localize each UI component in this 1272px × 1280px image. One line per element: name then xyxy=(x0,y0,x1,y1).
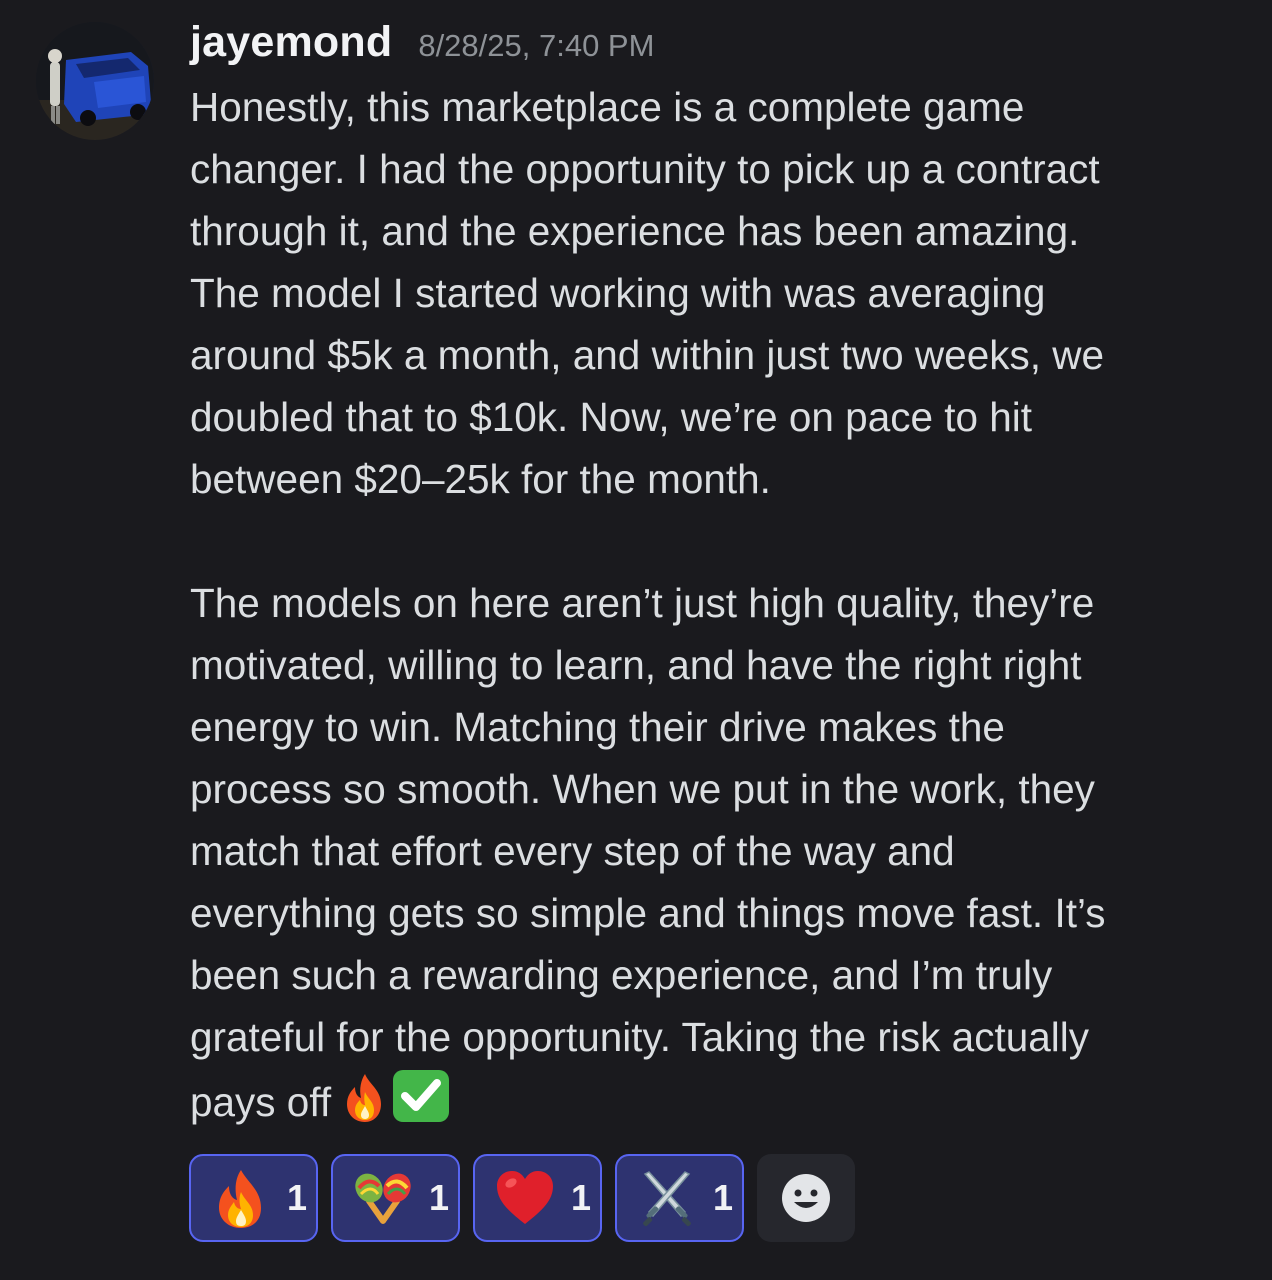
message-line: between $20–25k for the month. xyxy=(190,456,771,502)
message-line: The models on here aren’t just high qual… xyxy=(190,580,1095,626)
avatar-photo-icon xyxy=(36,22,154,140)
message-line: Honestly, this marketplace is a complete… xyxy=(190,84,1025,130)
reaction-crossed-swords[interactable]: 1 xyxy=(615,1154,744,1242)
check-mark-button-emoji-icon xyxy=(391,1068,451,1141)
message-line: everything gets so simple and things mov… xyxy=(190,890,1106,936)
message-line: changer. I had the opportunity to pick u… xyxy=(190,146,1100,192)
message-line: around $5k a month, and within just two … xyxy=(190,332,1104,378)
message-line: doubled that to $10k. Now, we’re on pace… xyxy=(190,394,1033,440)
reaction-count: 1 xyxy=(429,1177,450,1218)
message-line: been such a rewarding experience, and I’… xyxy=(190,952,1053,998)
message-last-line: pays off xyxy=(190,1068,1250,1141)
crossed-swords-emoji-icon xyxy=(643,1171,691,1227)
message-header: jayemond 8/28/25, 7:40 PM xyxy=(190,18,654,74)
reaction-maracas[interactable]: 1 xyxy=(331,1154,460,1242)
reaction-fire[interactable]: 1 xyxy=(189,1154,318,1242)
reaction-red-heart[interactable]: 1 xyxy=(473,1154,602,1242)
username[interactable]: jayemond xyxy=(190,18,392,67)
red-heart-emoji-icon xyxy=(497,1171,553,1224)
message-line: motivated, willing to learn, and have th… xyxy=(190,642,1082,688)
chat-message: jayemond 8/28/25, 7:40 PM Honestly, this… xyxy=(0,0,1272,1280)
reaction-count: 1 xyxy=(713,1177,734,1218)
message-line: energy to win. Matching their drive make… xyxy=(190,704,1005,750)
add-reaction-button[interactable] xyxy=(757,1154,855,1242)
message-line: The model I started working with was ave… xyxy=(190,270,1046,316)
smiley-add-reaction-icon xyxy=(782,1174,830,1222)
reactions-bar: 1 1 1 1 xyxy=(189,1154,855,1242)
fire-emoji-icon xyxy=(219,1170,261,1228)
message-line: through it, and the experience has been … xyxy=(190,208,1080,254)
message-line: process so smooth. When we put in the wo… xyxy=(190,766,1095,812)
message-line: grateful for the opportunity. Taking the… xyxy=(190,1014,1089,1060)
message-line: match that effort every step of the way … xyxy=(190,828,955,874)
message-content: Honestly, this marketplace is a complete… xyxy=(190,76,1250,1141)
reaction-count: 1 xyxy=(571,1177,592,1218)
message-line-text: pays off xyxy=(190,1079,332,1125)
maracas-emoji-icon xyxy=(355,1173,411,1224)
fire-emoji-icon xyxy=(341,1072,389,1141)
reaction-count: 1 xyxy=(287,1177,308,1218)
user-avatar[interactable] xyxy=(36,22,154,140)
timestamp[interactable]: 8/28/25, 7:40 PM xyxy=(418,28,654,64)
